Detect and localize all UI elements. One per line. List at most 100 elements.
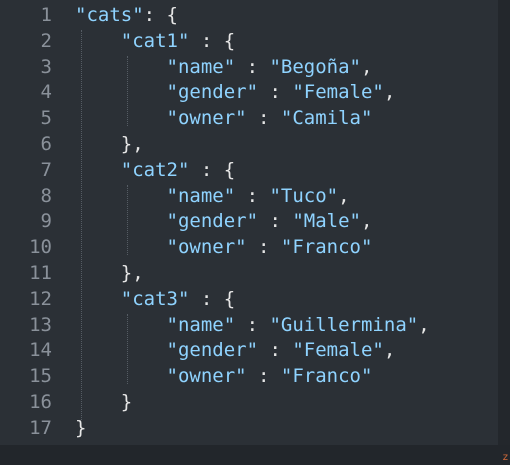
json-value: "Tuco" <box>269 184 339 207</box>
json-punctuation: : <box>246 365 281 388</box>
json-punctuation: : { <box>143 4 178 26</box>
code-line[interactable]: 10 "owner" : "Franco" <box>0 235 498 261</box>
json-punctuation: : <box>246 236 281 259</box>
json-punctuation: , <box>383 339 396 362</box>
code-line[interactable]: 2 "cat1" : { <box>0 29 498 55</box>
code-text: "name" : "Tuco", <box>75 184 350 210</box>
json-punctuation: }, <box>120 262 144 284</box>
json-key: "gender" <box>166 81 259 104</box>
json-value: "Guillermina" <box>269 313 419 336</box>
line-number: 7 <box>40 158 52 181</box>
line-number: 3 <box>40 55 52 78</box>
json-key: "name" <box>166 184 236 207</box>
json-key: "owner" <box>166 236 247 259</box>
json-punctuation: : <box>235 55 270 78</box>
code-line[interactable]: 16 } <box>0 390 498 416</box>
code-text: } <box>75 416 86 442</box>
code-line[interactable]: 12 "cat3" : { <box>0 287 498 313</box>
json-punctuation: , <box>383 81 396 104</box>
code-text: "owner" : "Camila" <box>75 106 373 132</box>
code-line[interactable]: 8 "name" : "Tuco", <box>0 184 498 210</box>
code-line[interactable]: 7 "cat2" : { <box>0 158 498 184</box>
code-line[interactable]: 1 "cats": { <box>0 3 498 29</box>
json-key: "gender" <box>166 210 259 233</box>
json-value: "Female" <box>292 81 384 104</box>
code-text: "cats": { <box>75 3 178 29</box>
corner-mark: z <box>502 452 508 463</box>
code-line[interactable]: 9 "gender" : "Male", <box>0 209 498 235</box>
json-key: "cat1" <box>120 29 190 52</box>
code-text: }, <box>75 132 144 158</box>
code-text: "cat1" : { <box>75 29 235 55</box>
json-key: "gender" <box>166 339 259 362</box>
json-value: "Begoña" <box>269 55 361 78</box>
line-number: 10 <box>29 236 52 259</box>
line-number: 8 <box>40 184 52 207</box>
code-line[interactable]: 14 "gender" : "Female", <box>0 338 498 364</box>
line-number: 1 <box>40 4 52 26</box>
json-punctuation: : <box>258 210 293 233</box>
json-key: "cat2" <box>120 158 190 181</box>
json-value: "Franco" <box>280 236 373 259</box>
code-line[interactable]: 6 }, <box>0 132 498 158</box>
json-punctuation: : <box>258 81 293 104</box>
line-number: 13 <box>29 313 52 336</box>
json-value: "Camila" <box>280 107 373 130</box>
json-punctuation: , <box>338 184 350 207</box>
json-key: "name" <box>166 55 236 78</box>
code-line[interactable]: 15 "owner" : "Franco" <box>0 364 498 390</box>
code-text: }, <box>75 261 144 287</box>
code-line[interactable]: 17} <box>0 416 498 442</box>
line-number: 2 <box>40 29 52 52</box>
code-line[interactable]: 11 }, <box>0 261 498 287</box>
code-line[interactable]: 13 "name" : "Guillermina", <box>0 313 498 339</box>
code-text: "owner" : "Franco" <box>75 235 373 261</box>
code-editor[interactable]: 1 "cats": {2 "cat1" : {3 "name" : "Begoña… <box>0 0 498 445</box>
code-text: "gender" : "Female", <box>75 338 396 364</box>
vertical-scrollbar[interactable] <box>498 0 510 445</box>
json-punctuation: : <box>235 313 270 336</box>
code-text: } <box>75 390 132 416</box>
code-text: "gender" : "Female", <box>75 80 396 106</box>
line-number: 5 <box>40 107 52 130</box>
json-punctuation: : <box>235 184 270 207</box>
code-text: "name" : "Begoña", <box>75 55 373 81</box>
json-value: "Male" <box>292 210 361 233</box>
json-value: "Female" <box>292 339 384 362</box>
code-text: "name" : "Guillermina", <box>75 313 430 339</box>
code-line[interactable]: 3 "name" : "Begoña", <box>0 55 498 81</box>
json-key: "cats" <box>75 4 144 26</box>
code-text: "cat3" : { <box>75 287 235 313</box>
json-key: "owner" <box>166 107 247 130</box>
json-punctuation: , <box>361 210 373 233</box>
code-line[interactable]: 4 "gender" : "Female", <box>0 80 498 106</box>
editor-footer: z <box>0 445 510 465</box>
line-number: 14 <box>29 339 52 362</box>
json-punctuation: : { <box>189 158 236 181</box>
json-punctuation: , <box>418 313 430 336</box>
json-value: "Franco" <box>280 365 373 388</box>
line-number: 6 <box>40 133 52 155</box>
code-text: "gender" : "Male", <box>75 209 373 235</box>
line-number: 11 <box>29 262 52 284</box>
json-key: "owner" <box>166 365 247 388</box>
json-key: "name" <box>166 313 236 336</box>
code-text: "cat2" : { <box>75 158 235 184</box>
code-line[interactable]: 5 "owner" : "Camila" <box>0 106 498 132</box>
json-punctuation: : { <box>189 287 236 310</box>
line-number: 17 <box>29 416 52 439</box>
line-number: 16 <box>29 391 52 413</box>
json-punctuation: : <box>246 107 281 130</box>
code-text: "owner" : "Franco" <box>75 364 373 390</box>
